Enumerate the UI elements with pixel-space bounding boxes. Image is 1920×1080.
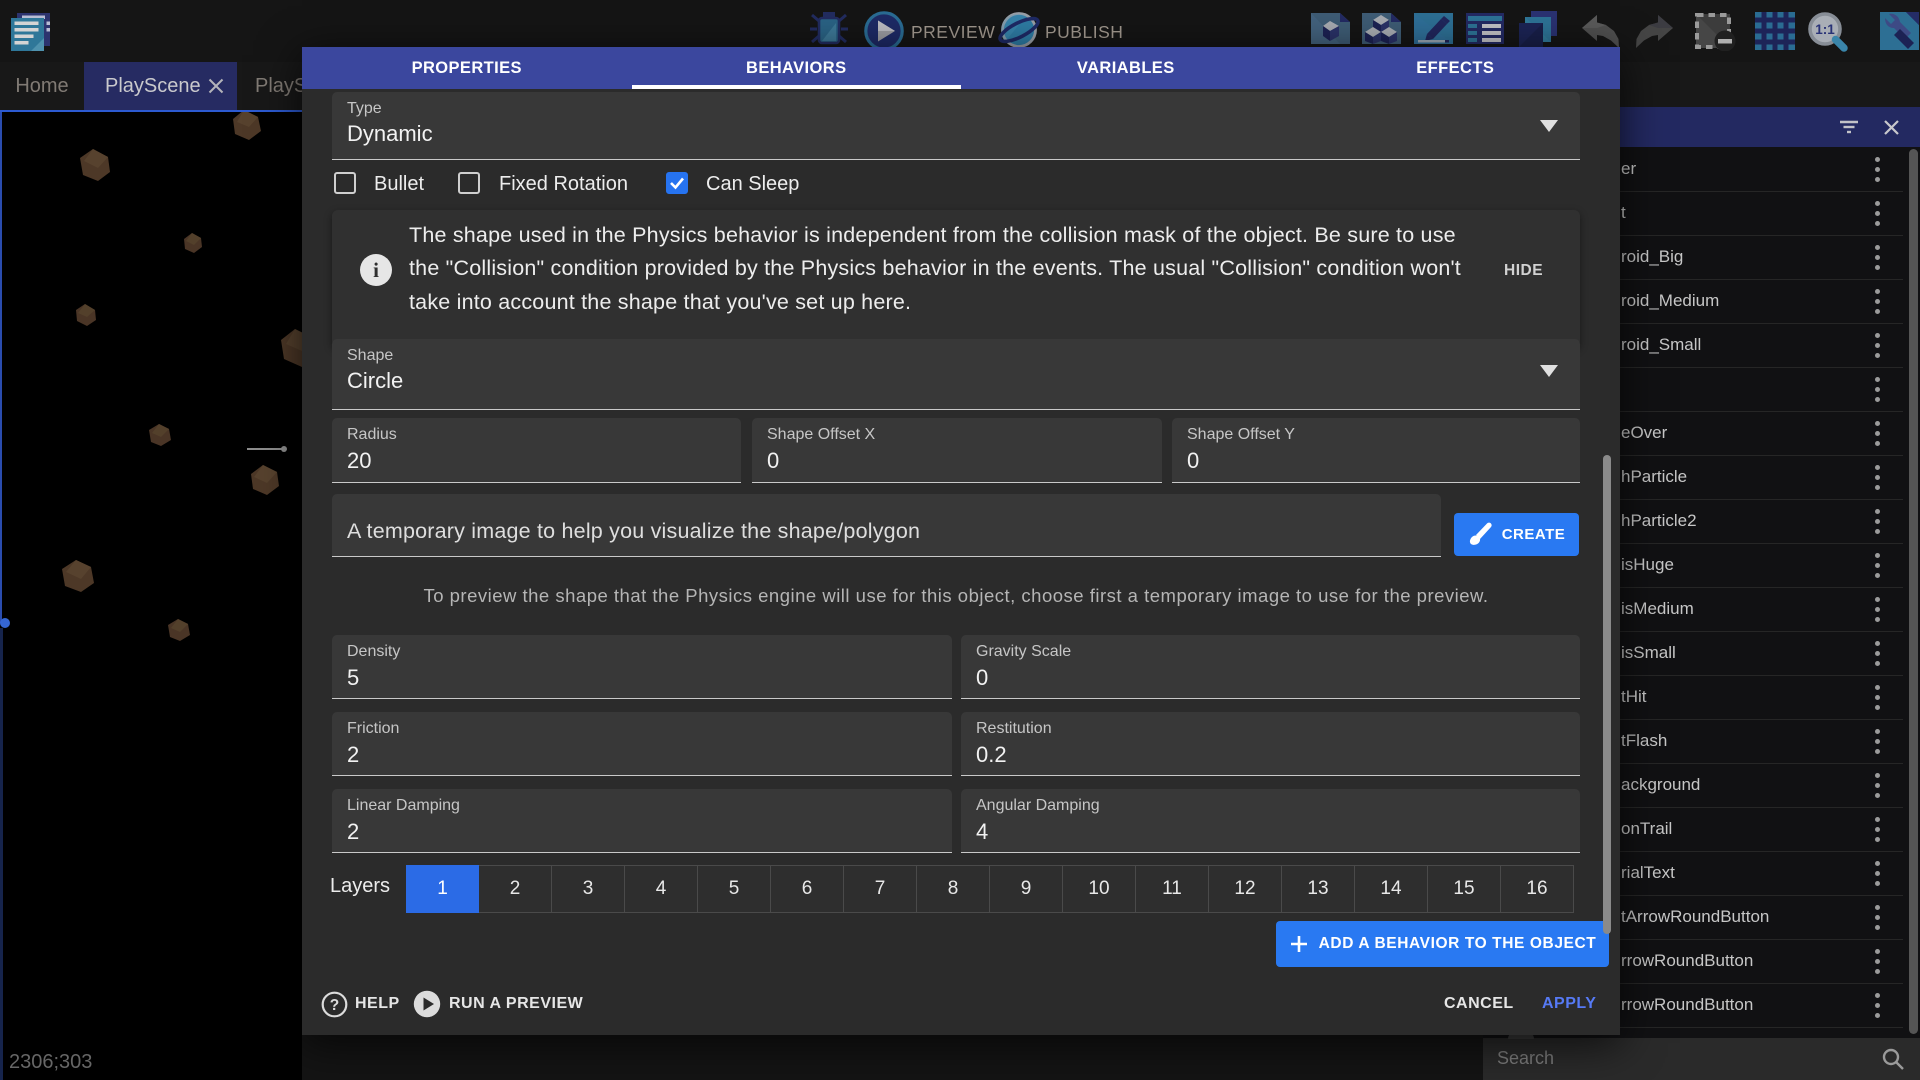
svg-text:1:1: 1:1 — [1815, 22, 1835, 37]
svg-text:?: ? — [330, 997, 339, 1014]
